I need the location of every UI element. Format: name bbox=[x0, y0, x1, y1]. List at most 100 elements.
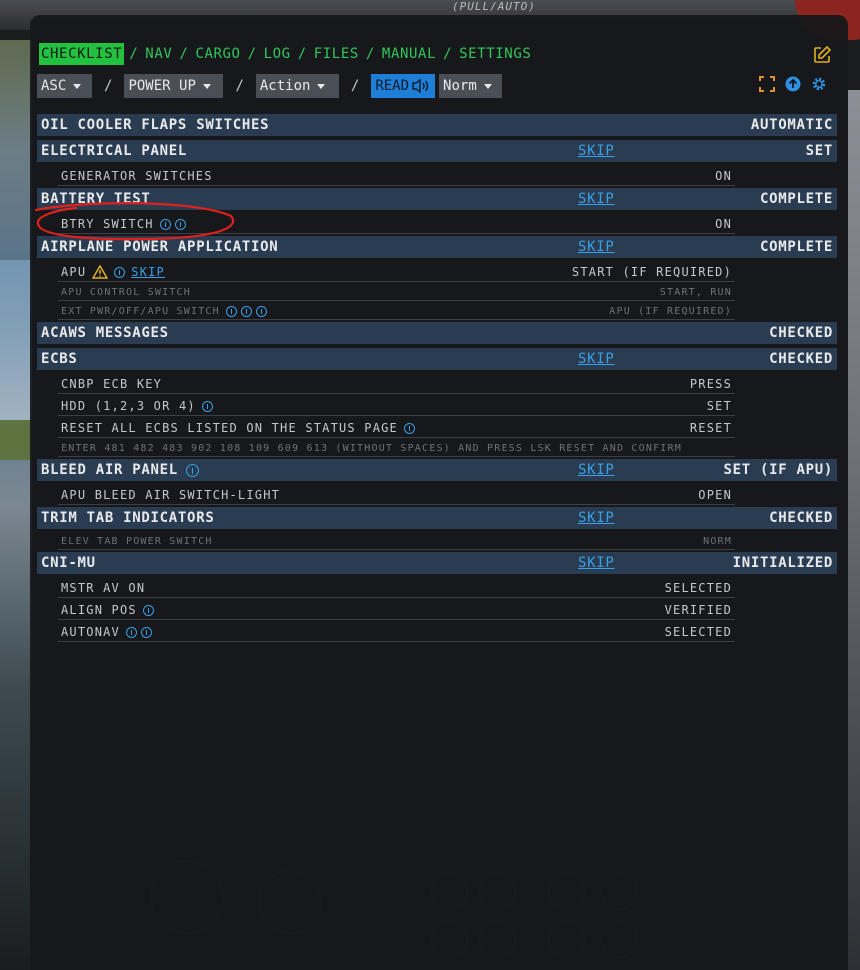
item-label-group: HDD (1,2,3 OR 4) bbox=[61, 396, 213, 416]
info-icons bbox=[125, 626, 152, 638]
skip-link[interactable]: SKIP bbox=[578, 459, 615, 481]
tab-files[interactable]: FILES bbox=[312, 43, 361, 65]
item-align-pos[interactable]: ALIGN POS VERIFIED bbox=[58, 600, 735, 620]
info-circle-icon[interactable] bbox=[201, 400, 213, 412]
item-value: RESET bbox=[689, 421, 732, 435]
main-tabs: CHECKLIST / NAV / CARGO / LOG / FILES / … bbox=[39, 43, 533, 65]
item-value: NORM bbox=[703, 536, 732, 547]
item-ext-pwr-switch[interactable]: EXT PWR/OFF/APU SWITCH APU (IF REQUIRED) bbox=[58, 303, 735, 320]
item-hdd[interactable]: HDD (1,2,3 OR 4) SET bbox=[58, 396, 735, 416]
toolbar-icons bbox=[759, 76, 827, 92]
skip-link[interactable]: SKIP bbox=[578, 188, 615, 210]
section-oil-cooler[interactable]: OIL COOLER FLAPS SWITCHES AUTOMATIC bbox=[37, 114, 837, 136]
overhead-label: (PULL/AUTO) bbox=[452, 0, 536, 13]
expand-corners-icon[interactable] bbox=[759, 76, 775, 92]
item-label: MSTR AV ON bbox=[61, 581, 146, 595]
section-value: SET bbox=[805, 143, 833, 159]
tab-cargo[interactable]: CARGO bbox=[193, 43, 242, 65]
item-value: APU (IF REQUIRED) bbox=[609, 306, 732, 317]
section-ecbs[interactable]: ECBS SKIP CHECKED bbox=[37, 348, 837, 370]
item-apu[interactable]: APU SKIP START (IF REQUIRED) bbox=[58, 262, 735, 282]
tab-manual[interactable]: MANUAL bbox=[380, 43, 438, 65]
tab-separator: / bbox=[129, 46, 139, 62]
mode-dropdown[interactable]: Norm bbox=[439, 74, 503, 98]
section-electrical-panel[interactable]: ELECTRICAL PANEL SKIP SET bbox=[37, 140, 837, 162]
section-bleed-air-panel[interactable]: BLEED AIR PANEL SKIP SET (IF APU) bbox=[37, 459, 837, 481]
item-label: GENERATOR SWITCHES bbox=[61, 169, 213, 183]
section-cni-mu[interactable]: CNI-MU SKIP INITIALIZED bbox=[37, 552, 837, 574]
aircraft-dropdown[interactable]: ASC bbox=[37, 74, 92, 98]
skip-link[interactable]: SKIP bbox=[578, 552, 615, 574]
action-dropdown[interactable]: Action bbox=[255, 74, 339, 98]
tab-checklist[interactable]: CHECKLIST bbox=[39, 43, 125, 65]
tab-separator: / bbox=[297, 46, 307, 62]
item-label: ALIGN POS bbox=[61, 603, 137, 617]
item-value: START (IF REQUIRED) bbox=[571, 265, 732, 279]
tab-nav[interactable]: NAV bbox=[143, 43, 174, 65]
info-circle-icon[interactable] bbox=[255, 306, 267, 317]
section-label: OIL COOLER FLAPS SWITCHES bbox=[41, 117, 270, 133]
item-value: SET bbox=[706, 399, 732, 413]
item-reset-ecbs[interactable]: RESET ALL ECBS LISTED ON THE STATUS PAGE… bbox=[58, 418, 735, 438]
mode-dropdown-value: Norm bbox=[443, 78, 477, 94]
item-label: APU BLEED AIR SWITCH-LIGHT bbox=[61, 488, 281, 502]
skip-link[interactable]: SKIP bbox=[578, 507, 615, 529]
arrow-up-circle-icon[interactable] bbox=[785, 76, 801, 92]
skip-link[interactable]: SKIP bbox=[578, 348, 615, 370]
item-value: OPEN bbox=[698, 488, 732, 502]
aircraft-dropdown-value: ASC bbox=[41, 78, 67, 94]
toolbar-separator: / bbox=[235, 78, 244, 94]
tab-log[interactable]: LOG bbox=[262, 43, 293, 65]
item-value: PRESS bbox=[689, 377, 732, 391]
phase-dropdown-value: POWER UP bbox=[128, 78, 196, 94]
section-acaws-messages[interactable]: ACAWS MESSAGES CHECKED bbox=[37, 322, 837, 344]
pencil-square-icon[interactable] bbox=[812, 45, 832, 65]
item-generator-switches[interactable]: GENERATOR SWITCHES ON bbox=[58, 166, 735, 186]
section-trim-tab[interactable]: TRIM TAB INDICATORS SKIP CHECKED bbox=[37, 507, 837, 529]
section-value: CHECKED bbox=[769, 510, 833, 526]
info-circle-icon[interactable] bbox=[142, 604, 154, 616]
chevron-down-icon bbox=[73, 83, 82, 89]
item-apu-bleed[interactable]: APU BLEED AIR SWITCH-LIGHT OPEN bbox=[58, 485, 735, 505]
tab-settings[interactable]: SETTINGS bbox=[457, 43, 533, 65]
info-circle-icon[interactable] bbox=[225, 306, 237, 317]
item-label-group: APU SKIP bbox=[61, 262, 165, 282]
section-value: AUTOMATIC bbox=[750, 117, 833, 133]
item-label: APU CONTROL SWITCH bbox=[61, 287, 191, 298]
item-value: VERIFIED bbox=[664, 603, 732, 617]
section-value: CHECKED bbox=[769, 325, 833, 341]
tab-separator: / bbox=[247, 46, 257, 62]
info-circle-icon[interactable] bbox=[185, 463, 199, 477]
tab-separator: / bbox=[443, 46, 453, 62]
right-window bbox=[848, 90, 860, 970]
item-apu-control-switch[interactable]: APU CONTROL SWITCH START, RUN bbox=[58, 284, 735, 301]
skip-link[interactable]: SKIP bbox=[578, 140, 615, 162]
info-circle-icon[interactable] bbox=[140, 626, 152, 638]
info-circle-icon[interactable] bbox=[125, 626, 137, 638]
info-circle-icon[interactable] bbox=[403, 422, 415, 434]
item-label: EXT PWR/OFF/APU SWITCH bbox=[61, 306, 220, 317]
item-label: RESET ALL ECBS LISTED ON THE STATUS PAGE bbox=[61, 421, 398, 435]
read-button[interactable]: READ bbox=[371, 74, 436, 98]
item-enter-codes[interactable]: ENTER 481 482 483 902 108 109 609 613 (W… bbox=[58, 440, 735, 457]
section-value: CHECKED bbox=[769, 351, 833, 367]
section-value: SET (IF APU) bbox=[723, 462, 833, 478]
item-elev-tab[interactable]: ELEV TAB POWER SWITCH NORM bbox=[58, 533, 735, 550]
item-mstr-av[interactable]: MSTR AV ON SELECTED bbox=[58, 578, 735, 598]
skip-link[interactable]: SKIP bbox=[131, 262, 165, 282]
tab-separator: / bbox=[179, 46, 189, 62]
checklist-toolbar: ASC / POWER UP / Action / READ Norm bbox=[37, 74, 503, 98]
checklist: OIL COOLER FLAPS SWITCHES AUTOMATIC ELEC… bbox=[37, 114, 837, 644]
toolbar-separator: / bbox=[350, 78, 360, 94]
item-label: APU bbox=[61, 265, 87, 279]
item-autonav[interactable]: AUTONAV SELECTED bbox=[58, 622, 735, 642]
info-icons bbox=[225, 306, 267, 317]
skip-link[interactable]: SKIP bbox=[578, 236, 615, 258]
phase-dropdown[interactable]: POWER UP bbox=[124, 74, 224, 98]
item-value: ON bbox=[715, 217, 732, 231]
chevron-down-icon bbox=[317, 83, 326, 89]
gear-icon[interactable] bbox=[811, 76, 827, 92]
item-cnbp-ecb-key[interactable]: CNBP ECB KEY PRESS bbox=[58, 374, 735, 394]
info-circle-icon[interactable] bbox=[114, 266, 126, 278]
info-circle-icon[interactable] bbox=[240, 306, 252, 317]
